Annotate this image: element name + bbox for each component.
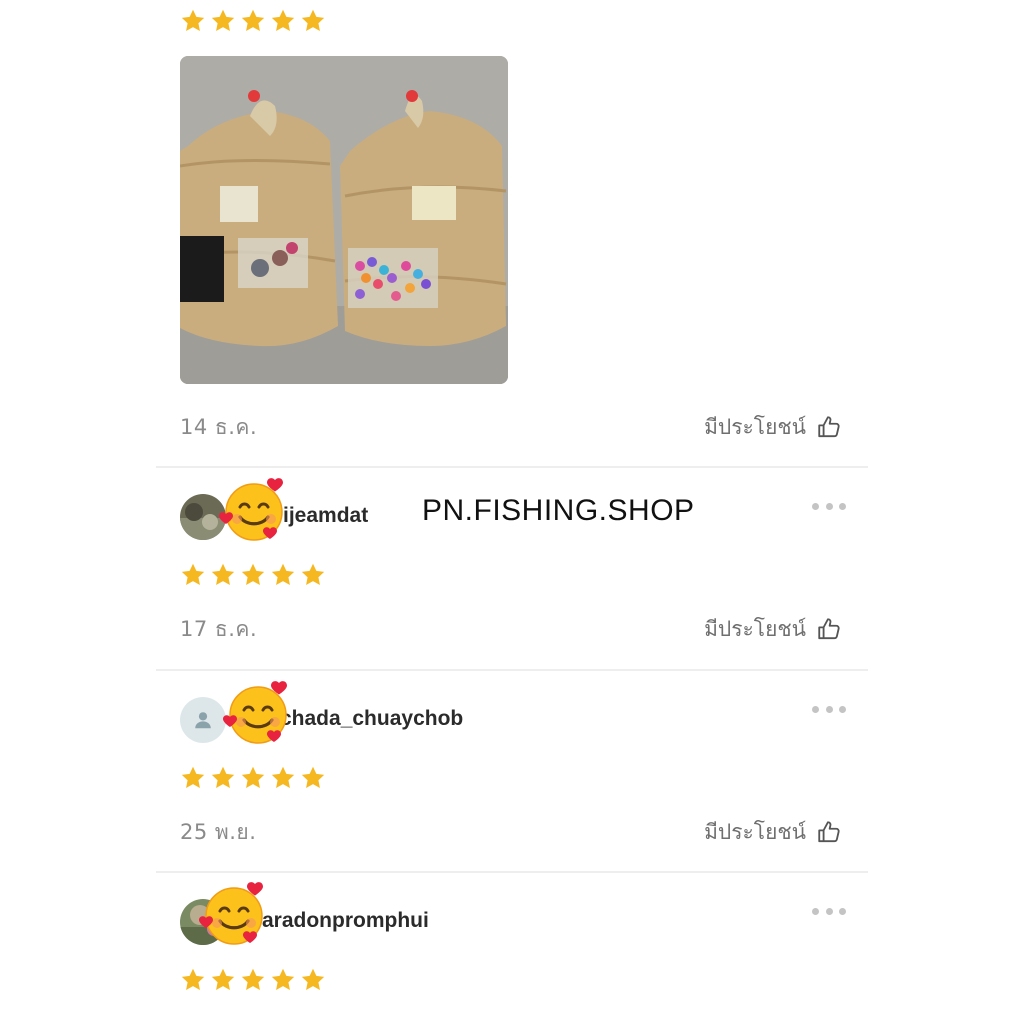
smiling-face-with-hearts-emoji: [222, 677, 294, 749]
star-icon: [240, 562, 266, 588]
helpful-button[interactable]: มีประโยชน์: [704, 816, 842, 849]
star-icon: [180, 765, 206, 791]
username[interactable]: aradonpromphui: [262, 909, 429, 933]
helpful-button[interactable]: มีประโยชน์: [704, 411, 842, 444]
star-icon: [180, 562, 206, 588]
rating-stars: [180, 562, 326, 588]
star-icon: [270, 8, 296, 34]
helpful-label: มีประโยชน์: [704, 414, 806, 439]
star-icon: [180, 8, 206, 34]
thumbs-up-icon: [816, 819, 842, 845]
helpful-button[interactable]: มีประโยชน์: [704, 613, 842, 646]
rating-stars: [180, 8, 326, 34]
divider: [156, 466, 868, 468]
username[interactable]: chada_chuaychob: [280, 707, 463, 731]
default-user-icon: [195, 712, 211, 729]
star-icon: [210, 8, 236, 34]
helpful-label: มีประโยชน์: [704, 819, 806, 844]
star-icon: [300, 562, 326, 588]
star-icon: [180, 967, 206, 993]
review-date: 25 พ.ย.: [180, 819, 257, 844]
more-options-icon[interactable]: [812, 703, 846, 715]
smiling-face-with-hearts-emoji: [198, 878, 270, 950]
star-icon: [210, 967, 236, 993]
more-options-icon[interactable]: [812, 905, 846, 917]
divider: [156, 669, 868, 671]
review-meta: 25 พ.ย. มีประโยชน์: [180, 816, 842, 848]
star-icon: [240, 8, 266, 34]
shop-watermark: PN.FISHING.SHOP: [422, 494, 695, 527]
star-icon: [300, 8, 326, 34]
review-meta: 17 ธ.ค. มีประโยชน์: [180, 613, 842, 645]
divider: [156, 871, 868, 873]
username[interactable]: ijeamdat: [283, 504, 368, 528]
review-photo-image: [180, 56, 508, 384]
star-icon: [300, 967, 326, 993]
rating-stars: [180, 765, 326, 791]
review-date: 14 ธ.ค.: [180, 414, 258, 439]
review-header: aradonpromphui: [180, 897, 850, 945]
star-icon: [270, 967, 296, 993]
more-options-icon[interactable]: [812, 500, 846, 512]
star-icon: [210, 765, 236, 791]
star-icon: [240, 765, 266, 791]
review-photo[interactable]: [180, 56, 508, 384]
rating-stars: [180, 967, 326, 993]
smiling-face-with-hearts-emoji: [218, 474, 290, 546]
star-icon: [300, 765, 326, 791]
thumbs-up-icon: [816, 414, 842, 440]
star-icon: [270, 562, 296, 588]
review-meta: 14 ธ.ค. มีประโยชน์: [180, 411, 842, 443]
star-icon: [270, 765, 296, 791]
thumbs-up-icon: [816, 616, 842, 642]
helpful-label: มีประโยชน์: [704, 616, 806, 641]
star-icon: [240, 967, 266, 993]
star-icon: [210, 562, 236, 588]
avatar[interactable]: [180, 697, 226, 743]
review-date: 17 ธ.ค.: [180, 616, 258, 641]
